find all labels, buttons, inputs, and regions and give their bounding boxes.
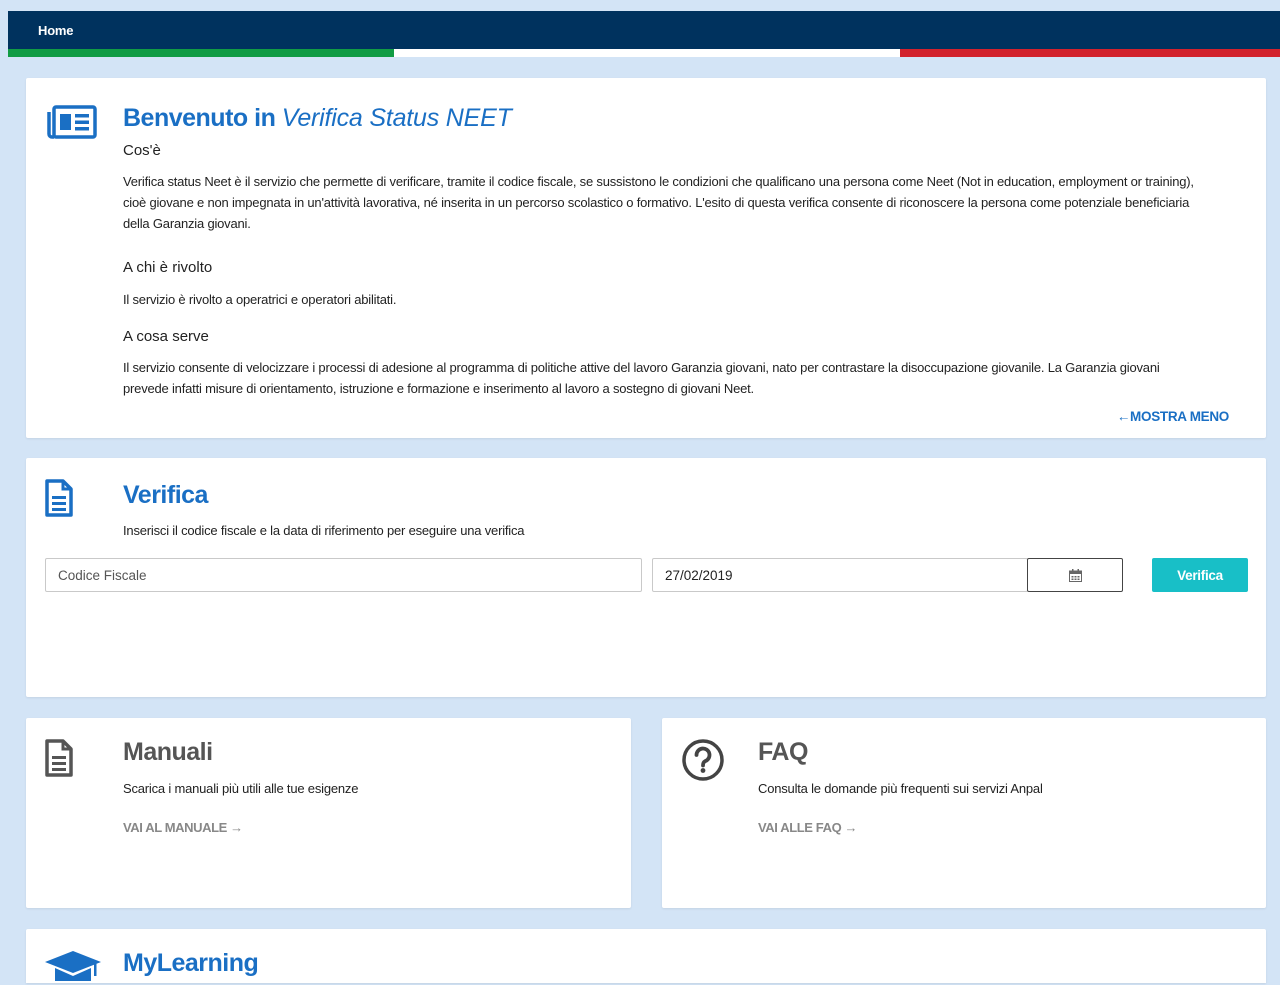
show-less-link[interactable]: ←MOSTRA MENO — [1117, 409, 1229, 424]
document-icon — [45, 479, 73, 517]
newspaper-icon — [47, 105, 97, 139]
arrow-right-icon: → — [844, 820, 858, 835]
what-text: Verifica status Neet è il servizio che p… — [123, 174, 1194, 231]
faq-card: FAQ Consulta le domande più frequenti su… — [662, 718, 1266, 908]
flag-stripe-green — [8, 49, 394, 57]
graduation-cap-icon — [45, 951, 101, 981]
faq-description: Consulta le domande più frequenti sui se… — [758, 781, 1043, 796]
reference-date-input[interactable] — [652, 558, 1028, 592]
faq-title: FAQ — [758, 738, 808, 766]
arrow-left-icon: ← — [1116, 409, 1131, 424]
mylearning-title: MyLearning — [123, 949, 259, 977]
calendar-icon — [1068, 568, 1082, 582]
faq-link[interactable]: VAI ALLE FAQ → — [758, 820, 858, 835]
top-navbar: Home — [8, 11, 1280, 49]
purpose-text: Il servizio consente di velocizzare i pr… — [123, 360, 1160, 396]
what-heading: Cos'è — [123, 142, 161, 159]
verify-button[interactable]: Verifica — [1152, 558, 1248, 592]
question-circle-icon — [682, 739, 724, 781]
mylearning-card: MyLearning — [26, 929, 1266, 983]
flag-stripe-white — [394, 49, 900, 57]
manuals-link-label: VAI AL MANUALE — [123, 820, 227, 835]
faq-link-label: VAI ALLE FAQ — [758, 820, 842, 835]
verify-description: Inserisci il codice fiscale e la data di… — [123, 523, 525, 538]
welcome-title: Benvenuto in Verifica Status NEET — [123, 104, 512, 133]
manuals-description: Scarica i manuali più utili alle tue esi… — [123, 781, 359, 796]
purpose-heading: A cosa serve — [123, 328, 209, 345]
who-heading: A chi è rivolto — [123, 259, 213, 276]
nav-home-link[interactable]: Home — [38, 23, 74, 38]
welcome-card: Benvenuto in Verifica Status NEET Cos'è … — [26, 78, 1266, 438]
flag-stripe-red — [900, 49, 1280, 57]
arrow-right-icon: → — [230, 820, 243, 835]
document-icon — [45, 739, 73, 777]
welcome-title-prefix: Benvenuto in — [123, 104, 276, 132]
show-less-label: MOSTRA MENO — [1130, 409, 1229, 424]
manuals-link[interactable]: VAI AL MANUALE → — [123, 820, 243, 835]
verify-card: Verifica Inserisci il codice fiscale e l… — [26, 458, 1266, 697]
manuals-card: Manuali Scarica i manuali più utili alle… — [26, 718, 631, 908]
welcome-title-service: Verifica Status NEET — [281, 104, 512, 132]
calendar-button[interactable] — [1027, 558, 1123, 592]
who-text: Il servizio è rivolto a operatrici e ope… — [123, 292, 397, 307]
manuals-title: Manuali — [123, 738, 213, 766]
verify-title: Verifica — [123, 481, 208, 509]
fiscal-code-input[interactable] — [45, 558, 642, 592]
